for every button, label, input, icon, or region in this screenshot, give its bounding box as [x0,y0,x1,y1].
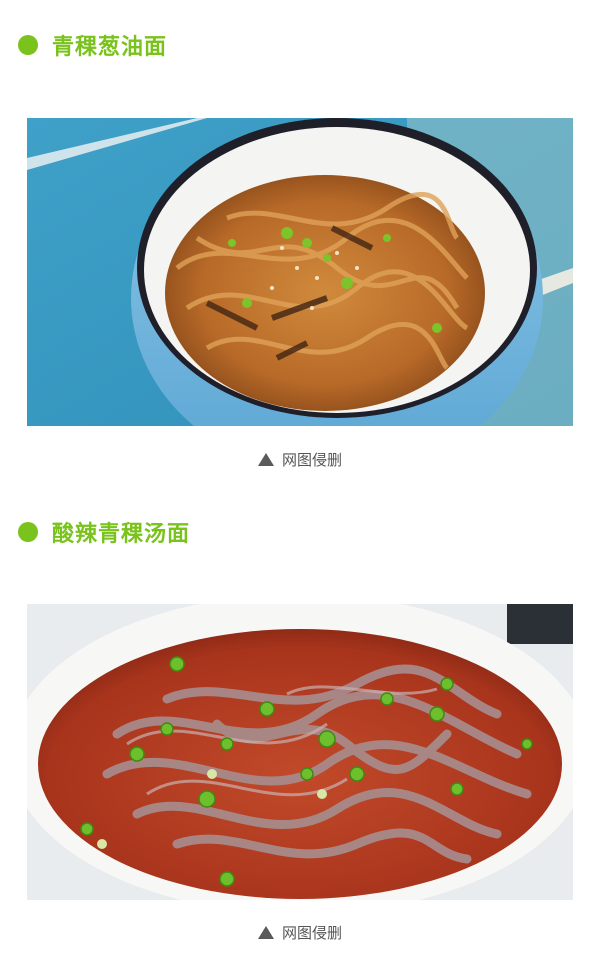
photo-caption-2: 网图侵删 [0,922,600,943]
section-header-1: 青稞葱油面 [18,30,167,60]
section-header-2: 酸辣青稞汤面 [18,517,190,547]
section-title-2: 酸辣青稞汤面 [52,522,191,547]
up-triangle-icon [257,453,274,466]
green-dot-icon [18,35,38,55]
up-triangle-icon [257,926,274,939]
photo-caption-1: 网图侵删 [0,449,600,470]
green-dot-icon [18,522,38,542]
caption-text-1: 网图侵删 [281,451,342,469]
section-title-1: 青稞葱油面 [52,35,168,60]
photo-scallion-oil-noodles [27,118,573,426]
caption-text-2: 网图侵删 [281,924,342,942]
photo-hot-sour-noodle-soup [27,604,573,900]
